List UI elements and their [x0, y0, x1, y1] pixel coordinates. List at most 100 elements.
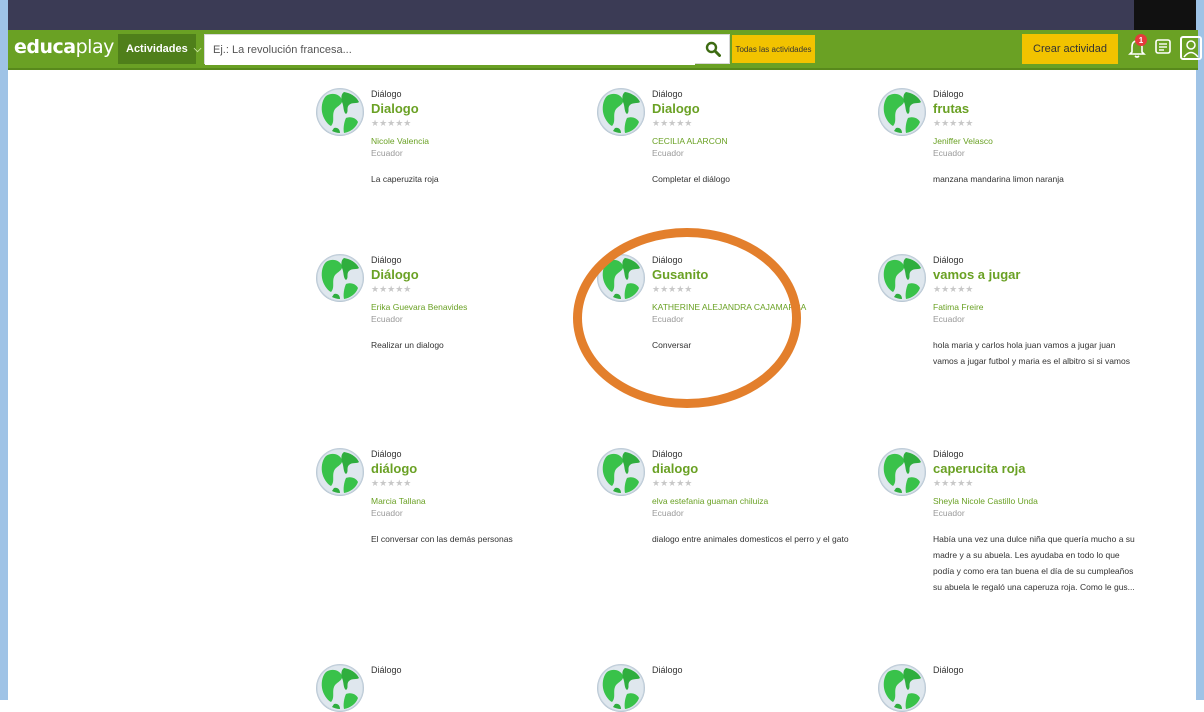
activity-title-link[interactable]: Gusanito [652, 266, 857, 283]
activity-type: Diálogo [933, 665, 964, 675]
right-frame [1196, 0, 1204, 700]
author-link[interactable]: Fatima Freire [933, 301, 1138, 313]
messages-icon[interactable] [1155, 39, 1171, 57]
rating-stars: ★★★★★ [371, 478, 412, 488]
activity-description: Conversar [652, 340, 692, 350]
activity-card-body: Diálogo Diálogo ★★★★★ Erika Guevara Bena… [371, 254, 576, 353]
all-activities-label: Todas las actividades [735, 44, 812, 54]
search-box [204, 34, 730, 65]
activity-type: Diálogo [933, 89, 964, 99]
search-input[interactable] [205, 35, 695, 65]
activity-card-body: Diálogo Dialogo ★★★★★ Nicole Valencia Ec… [371, 88, 576, 187]
rating-stars: ★★★★★ [652, 118, 693, 128]
activity-title-link[interactable]: Dialogo [371, 100, 576, 117]
author-country: Ecuador [371, 148, 403, 158]
author-link[interactable]: CECILIA ALARCON [652, 135, 857, 147]
activity-type: Diálogo [371, 665, 402, 675]
activity-card-body: Diálogo caperucita roja ★★★★★ Sheyla Nic… [933, 448, 1138, 595]
activity-title-link[interactable]: frutas [933, 100, 1138, 117]
globe-icon[interactable] [597, 448, 645, 496]
activity-title-link[interactable]: vamos a jugar [933, 266, 1138, 283]
activity-card-body: Diálogo Gusanito ★★★★★ KATHERINE ALEJAND… [652, 254, 857, 353]
activity-type: Diálogo [933, 255, 964, 265]
author-country: Ecuador [652, 314, 684, 324]
activity-description: Realizar un dialogo [371, 340, 444, 350]
activity-type: Diálogo [933, 449, 964, 459]
activity-card-body: Diálogo ★★★★★ [371, 664, 576, 676]
author-link[interactable]: Erika Guevara Benavides [371, 301, 576, 313]
activity-description: El conversar con las demás personas [371, 534, 513, 544]
globe-icon[interactable] [316, 88, 364, 136]
activity-description: manzana mandarina limon naranja [933, 174, 1064, 184]
globe-icon[interactable] [878, 448, 926, 496]
search-icon[interactable] [705, 41, 721, 57]
create-activity-label: Crear actividad [1033, 43, 1107, 55]
activity-type: Diálogo [652, 665, 683, 675]
author-country: Ecuador [371, 508, 403, 518]
author-country: Ecuador [933, 314, 965, 324]
window-top-bar [0, 0, 1204, 30]
rating-stars: ★★★★★ [652, 284, 693, 294]
activity-card-body: Diálogo ★★★★★ [933, 664, 1138, 676]
activity-type: Diálogo [371, 89, 402, 99]
author-country: Ecuador [652, 148, 684, 158]
globe-icon[interactable] [316, 254, 364, 302]
logo-prefix: educa [14, 36, 76, 58]
rating-stars: ★★★★★ [933, 118, 974, 128]
activity-description: Completar el diálogo [652, 174, 730, 184]
globe-icon[interactable] [878, 254, 926, 302]
globe-icon[interactable] [878, 88, 926, 136]
globe-icon[interactable] [597, 664, 645, 712]
activity-card-body: Diálogo ★★★★★ [652, 664, 857, 676]
navbar-border [8, 68, 1198, 70]
author-country: Ecuador [652, 508, 684, 518]
globe-icon[interactable] [316, 664, 364, 712]
activity-title-link[interactable]: caperucita roja [933, 460, 1138, 477]
activity-card-body: Diálogo dialogo ★★★★★ elva estefania gua… [652, 448, 857, 547]
left-frame [0, 0, 8, 700]
user-icon [1183, 40, 1199, 58]
activity-type: Diálogo [652, 89, 683, 99]
author-link[interactable]: Nicole Valencia [371, 135, 576, 147]
activity-description: hola maria y carlos hola juan vamos a ju… [933, 340, 1130, 366]
activity-type: Diálogo [652, 449, 683, 459]
author-link[interactable]: Marcia Tallana [371, 495, 576, 507]
activity-type: Diálogo [652, 255, 683, 265]
globe-icon[interactable] [597, 88, 645, 136]
activity-title-link[interactable]: Dialogo [652, 100, 857, 117]
author-country: Ecuador [933, 148, 965, 158]
rating-stars: ★★★★★ [933, 284, 974, 294]
author-link[interactable]: KATHERINE ALEJANDRA CAJAMARCA [652, 301, 857, 313]
activity-title-link[interactable]: Diálogo [371, 266, 576, 283]
rating-stars: ★★★★★ [652, 478, 693, 488]
activities-dropdown[interactable]: Actividades ⌵ [118, 34, 201, 64]
activity-type: Diálogo [371, 255, 402, 265]
activity-title-link[interactable]: diálogo [371, 460, 576, 477]
author-link[interactable]: elva estefania guaman chiluiza [652, 495, 857, 507]
all-activities-button[interactable]: Todas las actividades [732, 35, 815, 63]
activity-description: Había una vez una dulce niña que quería … [933, 534, 1135, 592]
activity-type: Diálogo [371, 449, 402, 459]
activity-card-body: Diálogo vamos a jugar ★★★★★ Fatima Freir… [933, 254, 1138, 369]
globe-icon[interactable] [878, 664, 926, 712]
rating-stars: ★★★★★ [933, 478, 974, 488]
top-navbar: educaplay Actividades ⌵ Todas las activi… [8, 30, 1202, 68]
globe-icon[interactable] [597, 254, 645, 302]
author-country: Ecuador [933, 508, 965, 518]
activity-description: La caperuzita roja [371, 174, 439, 184]
activity-card-body: Diálogo frutas ★★★★★ Jeniffer Velasco Ec… [933, 88, 1138, 187]
chevron-down-icon: ⌵ [193, 43, 202, 55]
window-top-bar-right [1134, 0, 1204, 30]
user-avatar-icon[interactable] [1180, 36, 1202, 60]
rating-stars: ★★★★★ [371, 284, 412, 294]
create-activity-button[interactable]: Crear actividad [1022, 34, 1118, 64]
author-link[interactable]: Jeniffer Velasco [933, 135, 1138, 147]
activity-title-link[interactable]: dialogo [652, 460, 857, 477]
logo-suffix: play [75, 36, 115, 58]
author-country: Ecuador [371, 314, 403, 324]
activity-description: dialogo entre animales domesticos el per… [652, 534, 849, 544]
globe-icon[interactable] [316, 448, 364, 496]
activities-label: Actividades [126, 43, 188, 55]
educaplay-logo[interactable]: educaplay [14, 36, 114, 58]
author-link[interactable]: Sheyla Nicole Castillo Unda [933, 495, 1138, 507]
